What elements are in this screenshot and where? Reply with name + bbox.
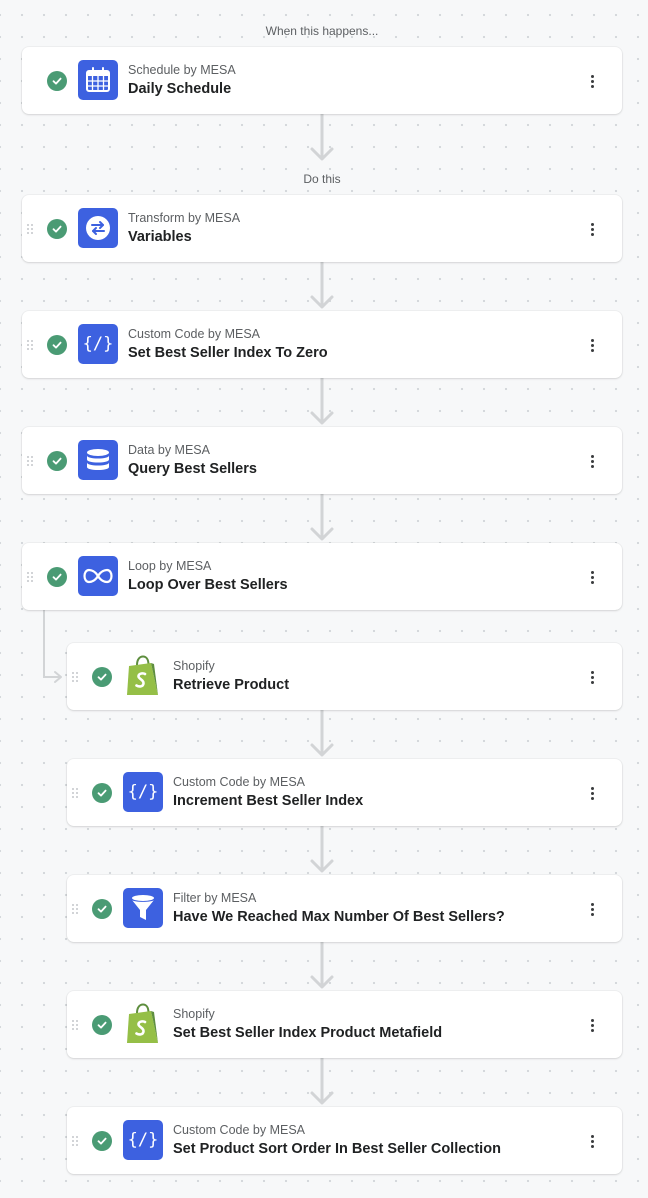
- check-icon: [47, 335, 67, 355]
- step-card[interactable]: Shopify Retrieve Product: [67, 643, 622, 710]
- app-name: Custom Code by MESA: [173, 1123, 305, 1137]
- trigger-card[interactable]: Schedule by MESA Daily Schedule: [22, 47, 622, 114]
- connector-arrow: [310, 942, 334, 989]
- connector-arrow: [310, 710, 334, 757]
- step-title: Have We Reached Max Number Of Best Selle…: [173, 909, 505, 925]
- check-icon: [47, 219, 67, 239]
- connector-arrow: [310, 1058, 334, 1105]
- step-title: Increment Best Seller Index: [173, 793, 364, 809]
- more-options-icon[interactable]: [584, 451, 600, 471]
- step-title: Set Best Seller Index Product Metafield: [173, 1025, 443, 1041]
- loop-icon: [78, 556, 118, 596]
- trigger-section-label: When this happens...: [265, 24, 379, 38]
- check-icon: [92, 783, 112, 803]
- app-name: Filter by MESA: [173, 891, 257, 905]
- more-options-icon[interactable]: [584, 667, 600, 687]
- more-options-icon[interactable]: [584, 567, 600, 587]
- step-card[interactable]: Transform by MESA Variables: [22, 195, 622, 262]
- drag-handle-icon[interactable]: [27, 224, 33, 234]
- code-icon: {/}: [78, 324, 118, 364]
- connector-arrow: [310, 826, 334, 873]
- action-section-label: Do this: [303, 172, 341, 186]
- drag-handle-icon[interactable]: [72, 904, 78, 914]
- step-title: Query Best Sellers: [128, 461, 257, 477]
- check-icon: [47, 451, 67, 471]
- drag-handle-icon[interactable]: [72, 1020, 78, 1030]
- more-options-icon[interactable]: [584, 1015, 600, 1035]
- connector-arrow: [310, 378, 334, 425]
- step-title: Set Product Sort Order In Best Seller Co…: [173, 1141, 501, 1157]
- app-name: Shopify: [173, 659, 215, 673]
- check-icon: [47, 567, 67, 587]
- shopify-bag-icon: [123, 655, 163, 696]
- more-options-icon[interactable]: [584, 783, 600, 803]
- step-card[interactable]: Filter by MESA Have We Reached Max Numbe…: [67, 875, 622, 942]
- more-options-icon[interactable]: [584, 335, 600, 355]
- step-card[interactable]: {/} Custom Code by MESA Set Product Sort…: [67, 1107, 622, 1174]
- connector-arrow: [310, 494, 334, 541]
- step-card[interactable]: {/} Custom Code by MESA Increment Best S…: [67, 759, 622, 826]
- calendar-icon: [78, 60, 118, 100]
- step-title: Daily Schedule: [128, 81, 232, 97]
- app-name: Transform by MESA: [128, 211, 241, 225]
- check-icon: [47, 71, 67, 91]
- drag-handle-icon[interactable]: [27, 572, 33, 582]
- shopify-bag-icon: [123, 1003, 163, 1044]
- app-name: Schedule by MESA: [128, 63, 236, 77]
- more-options-icon[interactable]: [584, 1131, 600, 1151]
- check-icon: [92, 667, 112, 687]
- step-card[interactable]: Loop by MESA Loop Over Best Sellers: [22, 543, 622, 610]
- loop-branch-connector: [43, 610, 62, 683]
- app-name: Data by MESA: [128, 443, 210, 457]
- connector-arrow: [310, 114, 334, 161]
- check-icon: [92, 899, 112, 919]
- check-icon: [92, 1131, 112, 1151]
- drag-handle-icon[interactable]: [27, 456, 33, 466]
- drag-handle-icon[interactable]: [72, 788, 78, 798]
- drag-handle-icon[interactable]: [72, 1136, 78, 1146]
- database-icon: [78, 440, 118, 480]
- step-card[interactable]: Shopify Set Best Seller Index Product Me…: [67, 991, 622, 1058]
- step-title: Loop Over Best Sellers: [128, 577, 288, 593]
- code-icon: {/}: [123, 772, 163, 812]
- step-card[interactable]: Data by MESA Query Best Sellers: [22, 427, 622, 494]
- step-card[interactable]: {/} Custom Code by MESA Set Best Seller …: [22, 311, 622, 378]
- app-name: Loop by MESA: [128, 559, 212, 573]
- code-icon: {/}: [123, 1120, 163, 1160]
- filter-funnel-icon: [123, 888, 163, 928]
- app-name: Custom Code by MESA: [128, 327, 260, 341]
- step-title: Retrieve Product: [173, 677, 290, 693]
- more-options-icon[interactable]: [584, 71, 600, 91]
- more-options-icon[interactable]: [584, 899, 600, 919]
- check-icon: [92, 1015, 112, 1035]
- drag-handle-icon[interactable]: [72, 672, 78, 682]
- app-name: Custom Code by MESA: [173, 775, 305, 789]
- step-title: Variables: [128, 229, 192, 245]
- more-options-icon[interactable]: [584, 219, 600, 239]
- connector-arrow: [310, 262, 334, 309]
- app-name: Shopify: [173, 1007, 215, 1021]
- transform-arrows-icon: [78, 208, 118, 248]
- step-title: Set Best Seller Index To Zero: [128, 345, 328, 361]
- drag-handle-icon[interactable]: [27, 340, 33, 350]
